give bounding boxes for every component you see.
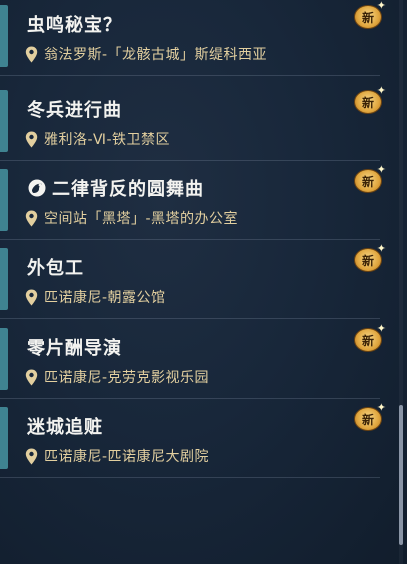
sparkle-icon: ✦ [376, 242, 386, 255]
quest-location: 匹诺康尼-克劳克影视乐园 [25, 367, 209, 387]
quest-location: 翁法罗斯-「龙骸古城」斯缇科西亚 [25, 44, 267, 64]
quest-title: 二律背反的圆舞曲 [27, 175, 204, 201]
location-pin-icon [25, 369, 38, 385]
location-text: 匹诺康尼-匹诺康尼大剧院 [44, 449, 210, 465]
quest-title-text: 二律背反的圆舞曲 [52, 179, 204, 200]
location-pin-icon [25, 46, 38, 62]
new-badge: 新 ✦ [352, 401, 386, 433]
quest-title-text: 冬兵进行曲 [27, 100, 122, 121]
quest-item-accent [0, 328, 8, 390]
quest-title: 迷城追赃 [27, 413, 103, 439]
quest-item-accent [0, 169, 8, 231]
new-badge: 新 ✦ [352, 322, 386, 354]
sparkle-icon: ✦ [376, 84, 386, 97]
quest-item[interactable]: 外包工 匹诺康尼-朝露公馆 新 ✦ [0, 240, 386, 319]
quest-item-accent [0, 248, 8, 310]
location-pin-icon [25, 289, 38, 305]
new-badge-label: 新 [361, 412, 374, 427]
sparkle-icon: ✦ [376, 163, 386, 176]
quest-title-text: 外包工 [27, 258, 84, 279]
quest-title: 零片酬导演 [27, 334, 122, 360]
location-text: 空间站「黑塔」-黑塔的办公室 [44, 211, 239, 227]
new-badge-label: 新 [361, 253, 374, 268]
quest-title: 外包工 [27, 254, 84, 280]
new-badge: 新 ✦ [352, 242, 386, 274]
quest-list: 虫鸣秘宝？ 翁法罗斯-「龙骸古城」斯缇科西亚 新 ✦ 冬兵进行曲 雅利洛-Ⅵ-铁… [0, 0, 407, 564]
quest-location: 匹诺康尼-朝露公馆 [25, 287, 166, 307]
location-pin-icon [25, 448, 38, 464]
quest-title-text: 迷城追赃 [27, 417, 103, 438]
quest-item[interactable]: 二律背反的圆舞曲 空间站「黑塔」-黑塔的办公室 新 ✦ [0, 161, 386, 240]
location-pin-icon [25, 131, 38, 147]
new-badge-label: 新 [361, 10, 374, 25]
sparkle-icon: ✦ [376, 401, 386, 414]
location-text: 翁法罗斯-「龙骸古城」斯缇科西亚 [44, 47, 268, 63]
quest-location: 雅利洛-Ⅵ-铁卫禁区 [25, 129, 170, 149]
sparkle-icon: ✦ [376, 322, 386, 335]
quest-title: 冬兵进行曲 [27, 96, 122, 122]
location-text: 雅利洛-Ⅵ-铁卫禁区 [44, 132, 171, 148]
new-badge-label: 新 [361, 95, 374, 110]
mission-type-icon [28, 179, 46, 197]
quest-location: 匹诺康尼-匹诺康尼大剧院 [25, 446, 209, 466]
new-badge: 新 ✦ [352, 84, 386, 116]
scrollbar-thumb[interactable] [399, 405, 403, 545]
new-badge: 新 ✦ [352, 0, 386, 31]
quest-title-text: 零片酬导演 [27, 338, 122, 359]
quest-item[interactable]: 冬兵进行曲 雅利洛-Ⅵ-铁卫禁区 新 ✦ [0, 82, 386, 161]
location-text: 匹诺康尼-朝露公馆 [44, 290, 166, 306]
quest-item-accent [0, 5, 8, 67]
quest-title-text: 虫鸣秘宝？ [27, 15, 122, 36]
new-badge-label: 新 [361, 174, 374, 189]
location-text: 匹诺康尼-克劳克影视乐园 [44, 370, 210, 386]
quest-item[interactable]: 虫鸣秘宝？ 翁法罗斯-「龙骸古城」斯缇科西亚 新 ✦ [0, 0, 386, 76]
quest-item-accent [0, 90, 8, 152]
sparkle-icon: ✦ [376, 0, 386, 12]
new-badge-label: 新 [361, 333, 374, 348]
quest-location: 空间站「黑塔」-黑塔的办公室 [25, 208, 238, 228]
quest-title: 虫鸣秘宝？ [27, 11, 122, 37]
quest-item[interactable]: 零片酬导演 匹诺康尼-克劳克影视乐园 新 ✦ [0, 320, 386, 399]
quest-item-accent [0, 407, 8, 469]
new-badge: 新 ✦ [352, 163, 386, 195]
quest-item[interactable]: 迷城追赃 匹诺康尼-匹诺康尼大剧院 新 ✦ [0, 399, 386, 478]
location-pin-icon [25, 210, 38, 226]
